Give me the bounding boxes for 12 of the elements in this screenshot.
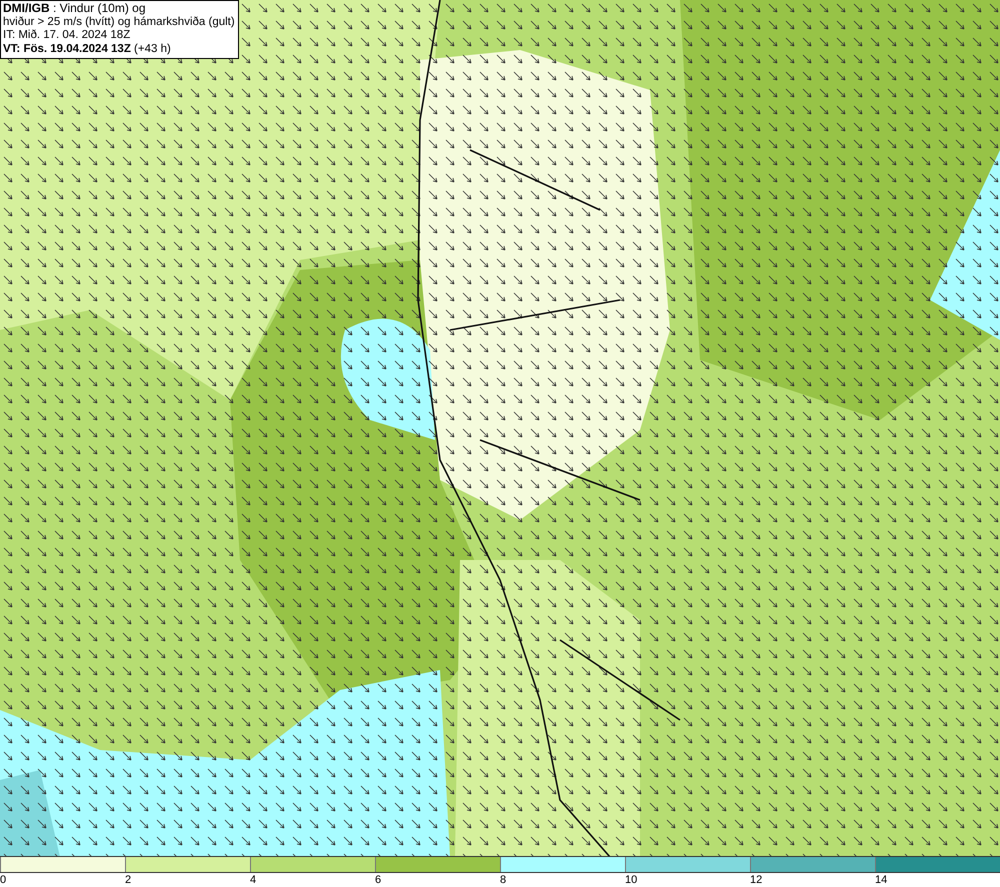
scale-label: 0 — [0, 873, 6, 887]
scale-label: 10 — [625, 873, 638, 887]
scale-label: 4 — [250, 873, 256, 887]
scale-label: 14 — [875, 873, 888, 887]
scale-label: 2 — [125, 873, 132, 887]
scale-label: 8 — [500, 873, 506, 887]
scale-label: 6 — [375, 873, 382, 887]
info-text: IT: Mið. 17. 04. 2024 18Z — [3, 29, 132, 42]
scale-label: 12 — [750, 873, 762, 887]
info-text: DMI/IGB : Vindur (10m) og — [3, 2, 146, 16]
info-text: VT: Fös. 19.04.2024 13Z (+43 h) — [3, 42, 172, 56]
info-text: hviður > 25 m/s (hvítt) og hámarkshviða (gult) — [3, 16, 235, 29]
